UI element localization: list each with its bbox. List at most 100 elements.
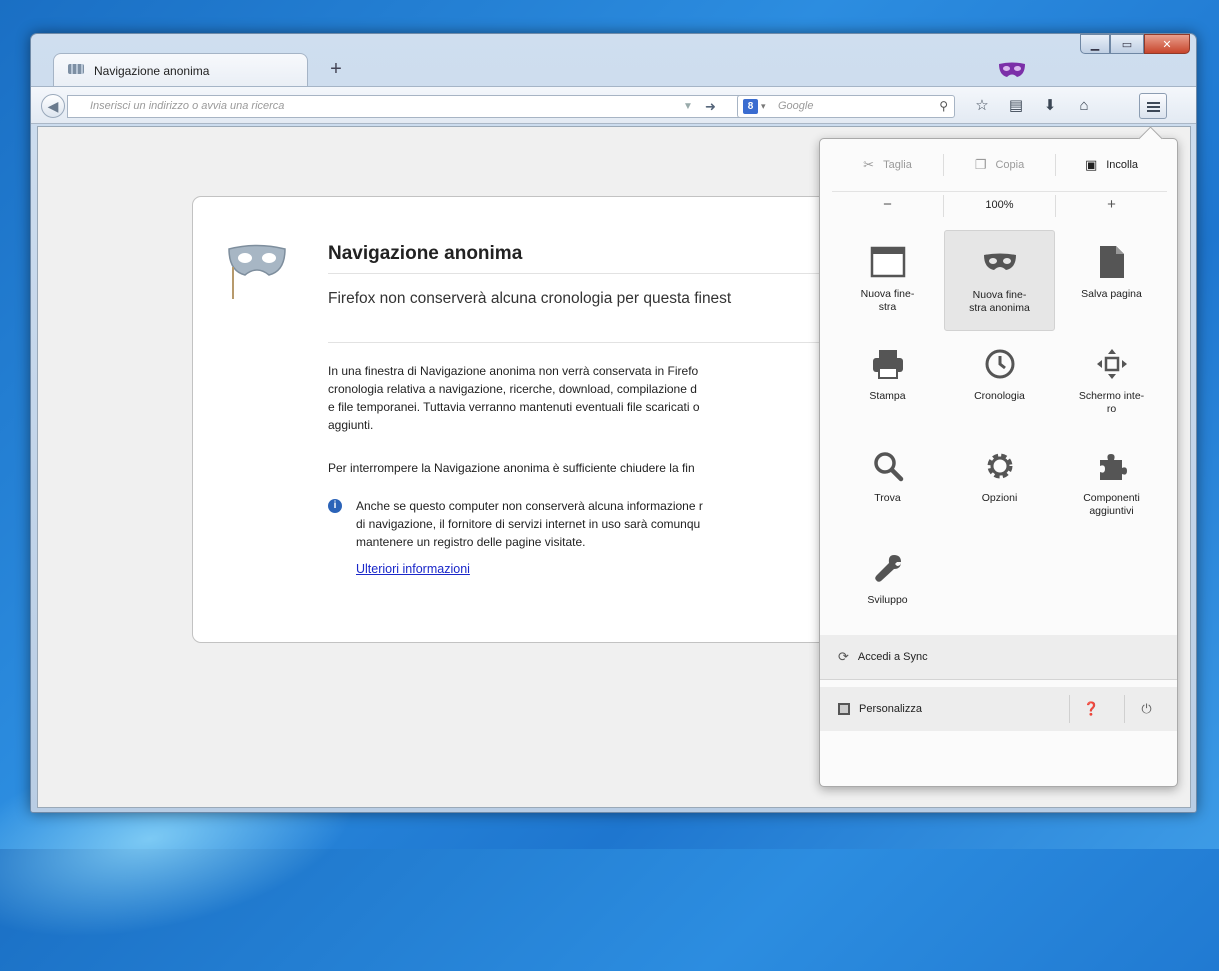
customize-icon[interactable] [838,703,850,715]
stop-instruction: Per interrompere la Navigazione anonima … [328,461,695,475]
explanation-paragraph: In una finestra di Navigazione anonima n… [328,362,868,434]
puzzle-icon [1096,444,1128,488]
copy-button[interactable]: ❐ Copia [944,151,1055,179]
tile-label: Nuova fine- stra anonima [969,289,1030,314]
cut-label: Taglia [883,159,912,171]
note-line: di navigazione, il fornitore di servizi … [356,517,701,531]
sync-label: Accedi a Sync [857,651,928,663]
clipboard-icon: ▣ [1084,157,1098,172]
copy-label: Copia [995,159,1025,171]
address-bar[interactable]: Inserisci un indirizzo o avvia una ricer… [67,95,745,118]
search-icon[interactable]: ⚲ [939,96,948,117]
search-placeholder: Google [778,100,814,112]
bookmarks-menu-icon[interactable]: ▤ [1005,96,1027,118]
tile-label: Nuova fine- stra [860,288,915,313]
edit-controls: ✂ Taglia ❐ Copia ▣ Incolla [832,151,1167,179]
zoom-reset-button[interactable]: 100% [944,192,1055,215]
window-controls: ▁ ▭ ✕ [1080,34,1190,54]
power-icon: ⏻ [1141,701,1152,716]
menu-footer: Personalizza ❓ ⏻ [820,687,1177,731]
zoom-controls: − 100% + [832,191,1167,217]
gear-icon [984,444,1016,488]
downloads-icon[interactable]: ⬇ [1039,96,1061,118]
explanation-line: In una finestra di Navigazione anonima n… [328,364,699,378]
explanation-line: e file temporanei. Tuttavia verranno man… [328,400,700,414]
title-bar: Navigazione anonima + ▁ ▭ ✕ [31,34,1196,88]
info-icon: i [328,499,342,513]
minimize-button[interactable]: ▁ [1080,34,1110,54]
tile-label: Trova [874,492,901,504]
page-title: Navigazione anonima [328,243,523,264]
addons-tile[interactable]: Componenti aggiuntivi [1056,434,1167,535]
engine-dropdown-icon[interactable]: ▾ [761,96,766,117]
save-page-tile[interactable]: Salva pagina [1056,230,1167,331]
fullscreen-icon [1096,342,1128,386]
tile-label: Sviluppo [867,594,908,606]
home-icon[interactable]: ⌂ [1073,96,1095,118]
printer-icon [871,342,905,386]
magnifier-icon [872,444,904,488]
copy-icon: ❐ [974,157,987,172]
mask-icon [982,241,1018,285]
clock-icon [984,342,1016,386]
zoom-in-button[interactable]: + [1056,192,1167,215]
new-window-tile[interactable]: Nuova fine- stra [832,230,943,331]
tab-title: Navigazione anonima [94,64,210,78]
tab-favicon-icon [68,64,86,78]
back-button[interactable]: ◀ [41,94,65,118]
quit-button[interactable]: ⏻ [1124,695,1168,723]
bookmark-star-icon[interactable]: ☆ [971,96,993,118]
subtitle-divider [328,342,893,343]
paste-button[interactable]: ▣ Incolla [1056,151,1167,179]
tile-label: Schermo inte- ro [1078,390,1145,415]
go-arrow-icon[interactable]: ➜ [705,95,716,118]
private-mask-illustration-icon [228,244,286,299]
search-bar[interactable]: 8 ▾ Google ⚲ [737,95,955,118]
developer-tile[interactable]: Sviluppo [832,536,943,637]
sync-icon: ⟳ [838,649,849,664]
sync-button[interactable]: ⟳ Accedi a Sync [820,635,1177,679]
history-tile[interactable]: Cronologia [944,332,1055,433]
tile-label: Salva pagina [1081,288,1142,300]
tile-label: Cronologia [974,390,1025,402]
divider [820,679,1177,680]
options-tile[interactable]: Opzioni [944,434,1055,535]
new-private-window-tile[interactable]: Nuova fine- stra anonima [944,230,1055,331]
paste-label: Incolla [1106,159,1139,171]
firefox-menu-panel: ✂ Taglia ❐ Copia ▣ Incolla − 100% + Nuov… [819,138,1178,787]
fullscreen-tile[interactable]: Schermo inte- ro [1056,332,1167,433]
tile-label: Componenti aggiuntivi [1083,492,1140,517]
address-placeholder: Inserisci un indirizzo o avvia una ricer… [90,100,285,112]
zoom-out-button[interactable]: − [832,192,943,215]
url-history-dropdown-icon[interactable]: ▼ [683,95,693,118]
window-icon [870,240,906,284]
note-line: mantenere un registro delle pagine visit… [356,535,586,549]
hamburger-menu-button[interactable] [1139,93,1167,119]
cut-button[interactable]: ✂ Taglia [832,151,943,179]
close-window-button[interactable]: ✕ [1144,34,1190,54]
page-icon [1098,240,1126,284]
wrench-icon [872,546,904,590]
tab-private-browsing[interactable]: Navigazione anonima [53,53,308,88]
note-line: Anche se questo computer non conserverà … [356,499,703,513]
more-info-link[interactable]: Ulteriori informazioni [356,562,470,576]
title-divider [328,273,893,274]
explanation-line: aggiunti. [328,418,374,432]
maximize-button[interactable]: ▭ [1110,34,1144,54]
tile-label: Opzioni [981,492,1018,504]
new-tab-button[interactable]: + [325,58,347,80]
google-engine-icon[interactable]: 8 [743,99,758,114]
page-subtitle: Firefox non conserverà alcuna cronologia… [328,290,732,307]
isp-note: Anche se questo computer non conserverà … [356,497,856,551]
scissors-icon: ✂ [863,157,875,172]
private-browsing-mask-icon [999,62,1025,77]
help-icon: ❓ [1083,701,1100,716]
print-tile[interactable]: Stampa [832,332,943,433]
explanation-line: cronologia relativa a navigazione, ricer… [328,382,697,396]
customize-button[interactable]: Personalizza [859,703,922,715]
navigation-toolbar: ◀ Inserisci un indirizzo o avvia una ric… [31,86,1196,124]
help-button[interactable]: ❓ [1069,695,1113,723]
find-tile[interactable]: Trova [832,434,943,535]
tile-label: Stampa [869,390,906,402]
private-browsing-card: Navigazione anonima Firefox non conserve… [192,196,893,643]
